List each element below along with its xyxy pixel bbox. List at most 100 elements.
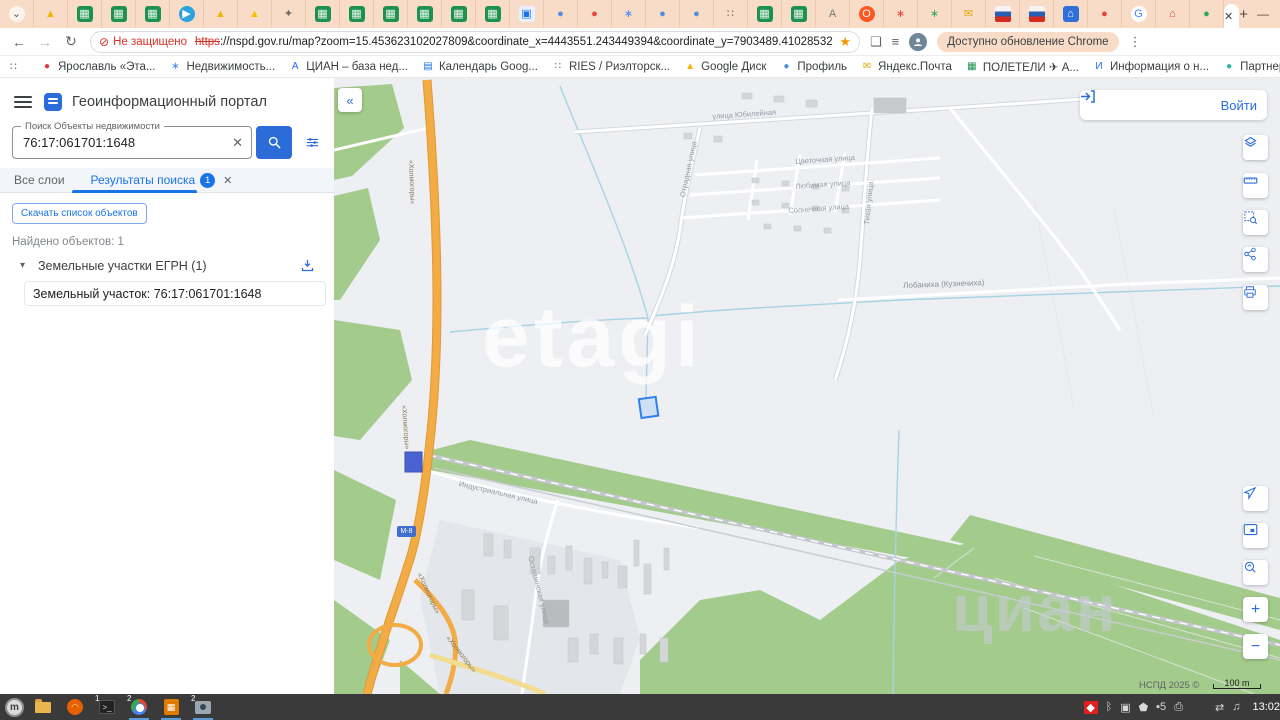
pinned-tab[interactable]: ∗ — [918, 0, 952, 28]
pinned-tab[interactable]: ∗ — [884, 0, 918, 28]
active-tab[interactable]: ✕ — [1224, 4, 1239, 28]
pinned-tab[interactable]: ▦ — [374, 0, 408, 28]
layers-button[interactable] — [1243, 135, 1268, 160]
zoom-out-button[interactable]: − — [1243, 634, 1268, 659]
pinned-tab[interactable]: A — [816, 0, 850, 28]
download-group-icon[interactable] — [300, 258, 315, 278]
map-canvas[interactable]: etagi циан улица ЮбилейнаяОтрадная улица… — [334, 78, 1280, 694]
menu-icon[interactable] — [14, 93, 32, 111]
pinned-tab[interactable]: ▦ — [136, 0, 170, 28]
locate-button[interactable] — [1243, 486, 1268, 511]
pinned-tab[interactable]: ● — [578, 0, 612, 28]
calculator-app-button[interactable]: ▦ — [158, 694, 184, 720]
pinned-tab[interactable]: ▦ — [476, 0, 510, 28]
share-button[interactable] — [1243, 247, 1268, 272]
forward-button[interactable]: → — [32, 34, 58, 50]
tab-close-icon[interactable]: ✕ — [1224, 10, 1233, 23]
pinned-tab[interactable]: ● — [1088, 0, 1122, 28]
pinned-tab[interactable] — [986, 0, 1020, 28]
pinned-tab[interactable]: ⌂ — [1156, 0, 1190, 28]
results-group-row[interactable]: ▾ Земельные участки ЕГРН (1) — [0, 258, 334, 278]
pinned-tab[interactable]: ● — [1190, 0, 1224, 28]
tray-icon[interactable]: ⎙ — [1174, 701, 1183, 714]
pinned-tab[interactable]: ▲ — [34, 0, 68, 28]
search-button[interactable] — [256, 126, 292, 159]
pinned-tab[interactable]: ▦ — [408, 0, 442, 28]
pinned-tab[interactable] — [1020, 0, 1054, 28]
back-button[interactable]: ← — [6, 34, 32, 50]
pinned-tab[interactable]: ✉ — [952, 0, 986, 28]
pinned-tab[interactable]: ✦ — [272, 0, 306, 28]
chevron-down-icon[interactable]: ▾ — [20, 260, 25, 271]
files-app-button[interactable] — [30, 694, 56, 720]
tray-icon[interactable]: ▣ — [1120, 701, 1130, 714]
zoom-in-button[interactable]: + — [1243, 597, 1268, 622]
pinned-tab[interactable]: ▦ — [442, 0, 476, 28]
tab-search-results[interactable]: Результаты поиска 1 ✕ — [91, 168, 233, 192]
pinned-tab[interactable]: ▦ — [306, 0, 340, 28]
overview-map-button[interactable] — [1243, 523, 1268, 548]
pinned-tab[interactable]: ▦ — [102, 0, 136, 28]
search-input[interactable]: Поиск Объекты недвижимости 76:17:061701:… — [12, 126, 252, 159]
new-tab-button[interactable]: + — [1239, 6, 1248, 23]
terminal-app-button[interactable]: 1 >_ — [94, 694, 120, 720]
print-button[interactable] — [1243, 285, 1268, 310]
pinned-tab[interactable]: ▦ — [340, 0, 374, 28]
apps-grid-icon[interactable]: ∷ — [10, 60, 17, 73]
tab-close-icon[interactable]: ✕ — [223, 174, 232, 187]
pinned-tab[interactable]: ▶ — [170, 0, 204, 28]
tray-icon[interactable]: ▪5 — [1156, 701, 1166, 713]
extensions-icon[interactable]: ❏ — [870, 34, 882, 50]
pinned-tab[interactable]: ⌄ — [0, 0, 34, 28]
profile-avatar[interactable] — [909, 33, 927, 51]
reload-button[interactable]: ↻ — [58, 33, 84, 50]
bookmark-item[interactable]: ∗ Недвижимость... — [169, 61, 275, 73]
bookmark-star-icon[interactable]: ★ — [839, 34, 851, 50]
pinned-tab[interactable]: ∗ — [612, 0, 646, 28]
bookmark-item[interactable]: A ЦИАН – база нед... — [289, 61, 408, 73]
pinned-tab[interactable]: ▲ — [238, 0, 272, 28]
bookmark-item[interactable]: ▲ Google Диск — [684, 61, 766, 73]
tab-all-layers[interactable]: Все слои — [14, 173, 65, 187]
select-area-button[interactable] — [1243, 210, 1268, 235]
search-settings-button[interactable] — [298, 128, 326, 157]
ruler-button[interactable] — [1243, 173, 1268, 198]
pinned-tab[interactable]: ● — [646, 0, 680, 28]
bookmark-item[interactable]: И Информация о н... — [1093, 61, 1209, 73]
bookmark-item[interactable]: ● Партнер онлайн — [1223, 61, 1280, 73]
tray-icon[interactable]: ᛒ — [1106, 701, 1113, 713]
pinned-tab[interactable]: ● — [544, 0, 578, 28]
pinned-tab[interactable]: ∷ — [714, 0, 748, 28]
address-bar[interactable]: ⊘ Не защищено https://nspd.gov.ru/map?zo… — [90, 31, 860, 53]
firefox-app-button[interactable]: ◠ — [62, 694, 88, 720]
bookmark-item[interactable]: ∷ RIES / Риэлторск... — [552, 61, 670, 73]
zoom-extent-button[interactable] — [1243, 560, 1268, 585]
security-badge[interactable]: ⊘ Не защищено — [99, 35, 187, 49]
pinned-tab[interactable]: ● — [680, 0, 714, 28]
system-menu-button[interactable]: m — [5, 698, 24, 717]
browser-menu-icon[interactable]: ⋮ — [1129, 34, 1142, 50]
minimize-button[interactable]: — — [1248, 7, 1278, 21]
reading-list-icon[interactable]: ≡ — [892, 34, 900, 49]
tray-icon[interactable]: ⬟ — [1139, 701, 1149, 714]
login-bar[interactable]: Войти — [1080, 90, 1267, 120]
pinned-tab[interactable]: ▦ — [68, 0, 102, 28]
pinned-tab[interactable]: ▣ — [510, 0, 544, 28]
bookmark-item[interactable]: ● Профиль — [780, 61, 847, 73]
clear-search-icon[interactable]: ✕ — [232, 135, 243, 151]
bookmark-item[interactable]: ▦ ПОЛЕТЕЛИ ✈ А... — [966, 60, 1079, 74]
pinned-tab[interactable]: O — [850, 0, 884, 28]
pinned-tab[interactable]: ⌂ — [1054, 0, 1088, 28]
chrome-update-button[interactable]: Доступно обновление Chrome — [937, 32, 1118, 52]
screenshot-app-button[interactable]: 2 — [190, 694, 216, 720]
tray-icon[interactable]: ◆ — [1084, 701, 1098, 714]
sidebar-collapse-button[interactable]: « — [338, 88, 362, 112]
pinned-tab[interactable]: ▲ — [204, 0, 238, 28]
pinned-tab[interactable]: ▦ — [782, 0, 816, 28]
pinned-tab[interactable]: G — [1122, 0, 1156, 28]
tray-icon[interactable]: ♫ — [1232, 701, 1240, 713]
bookmark-item[interactable]: ▤ Календарь Goog... — [422, 61, 538, 73]
pinned-tab[interactable]: ▦ — [748, 0, 782, 28]
bookmark-item[interactable]: ● Ярославль «Эта... — [41, 61, 155, 73]
bookmark-item[interactable]: ✉ Яндекс.Почта — [861, 61, 952, 73]
